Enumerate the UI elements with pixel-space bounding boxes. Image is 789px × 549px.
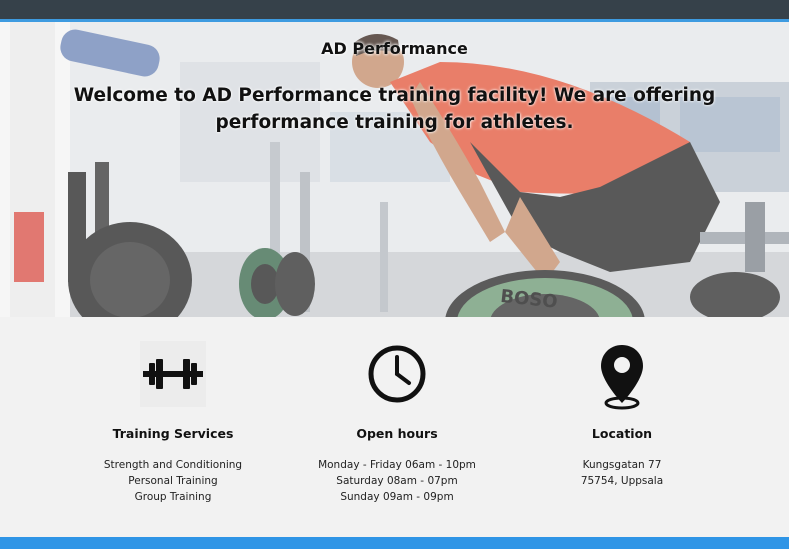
site-brand-title: AD Performance — [321, 39, 468, 58]
hero-overlay — [0, 22, 789, 317]
feature-line: Monday - Friday 06am - 10pm — [318, 459, 476, 471]
hero-headline-line-1: Welcome to AD Performance training facil… — [73, 85, 716, 106]
feature-line: Sunday 09am - 09pm — [340, 491, 454, 503]
feature-line: Saturday 08am - 07pm — [336, 475, 458, 487]
features-section: Training Services Strength and Condition… — [0, 317, 789, 537]
feature-line: Group Training — [134, 491, 212, 503]
hero-headline: Welcome to AD Performance training facil… — [60, 82, 729, 136]
top-bar — [0, 0, 789, 19]
feature-title: Open hours — [356, 426, 438, 441]
dumbbell-icon — [140, 341, 206, 407]
clock-icon — [368, 345, 426, 403]
feature-details: Monday - Friday 06am - 10pm Saturday 08a… — [277, 457, 517, 505]
location-pin-icon — [601, 345, 643, 410]
feature-details: Strength and Conditioning Personal Train… — [53, 457, 293, 505]
feature-line: Personal Training — [128, 475, 218, 487]
hero-headline-line-2: performance training for athletes. — [215, 112, 574, 133]
feature-details: Kungsgatan 77 75754, Uppsala — [502, 457, 742, 489]
feature-line: Strength and Conditioning — [103, 459, 243, 471]
hero-banner: BOSO AD Performance Welcome to AD Perfor… — [0, 22, 789, 317]
feature-line: 75754, Uppsala — [580, 475, 664, 487]
feature-title: Location — [591, 426, 653, 441]
feature-line: Kungsgatan 77 — [582, 459, 662, 471]
footer-bar — [0, 537, 789, 549]
feature-title: Training Services — [112, 426, 234, 441]
